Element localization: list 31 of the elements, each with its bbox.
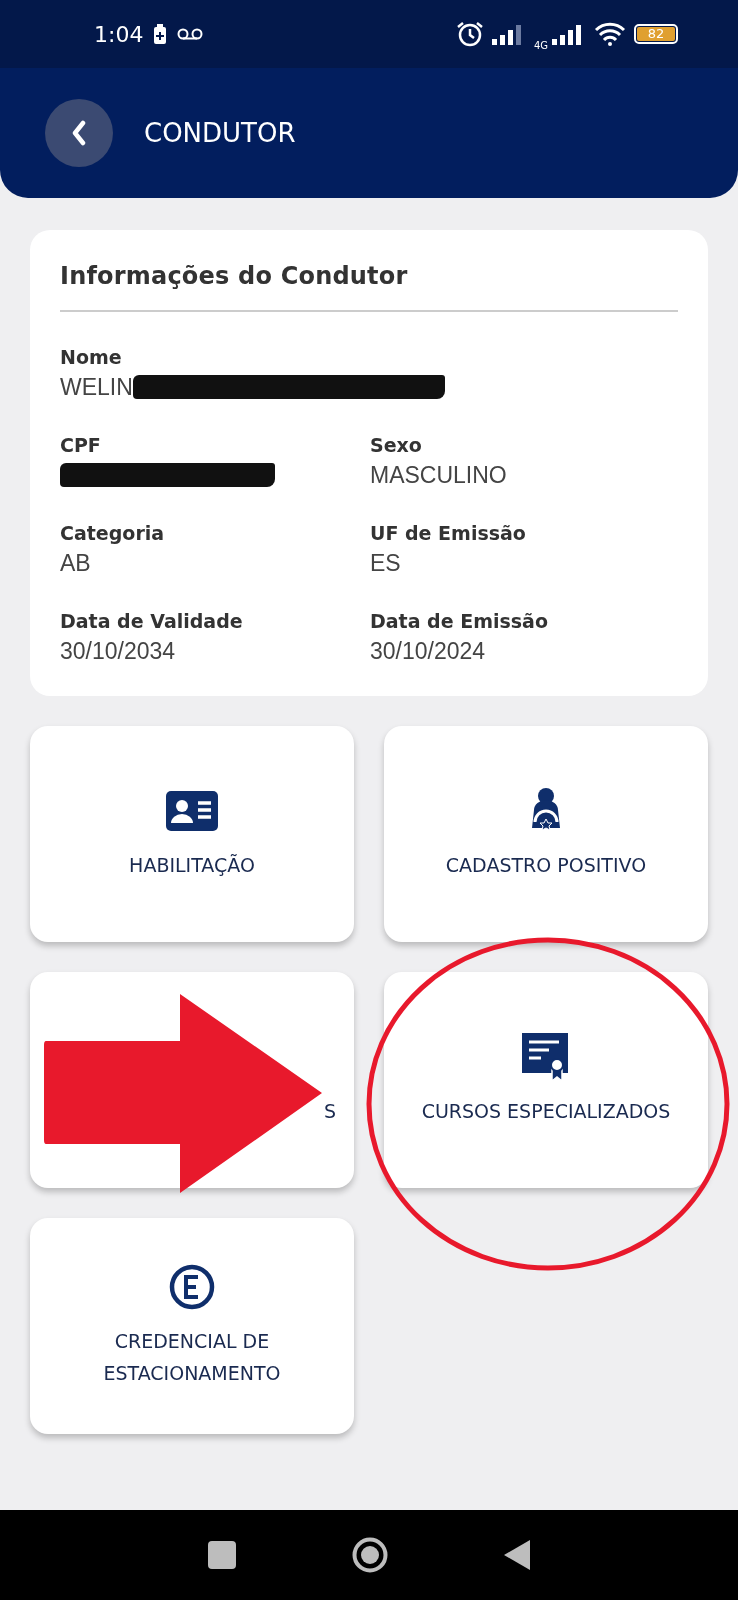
page-title: CONDUTOR bbox=[144, 118, 296, 148]
home-button[interactable] bbox=[352, 1537, 388, 1573]
voicemail-icon bbox=[177, 28, 204, 40]
field-label: Nome bbox=[60, 345, 123, 370]
field-label: Data de Emissão bbox=[370, 609, 549, 634]
battery-indicator: 82 bbox=[634, 24, 678, 44]
network-type: 4G bbox=[533, 39, 548, 51]
menu-tile[interactable]: HABILITAÇÃO bbox=[30, 726, 354, 942]
field-label: UF de Emissão bbox=[370, 521, 527, 546]
field-label: Data de Validade bbox=[60, 609, 244, 634]
wifi-icon bbox=[594, 22, 626, 46]
clock-time: 1:04 bbox=[94, 21, 144, 47]
back-icon bbox=[71, 120, 87, 146]
parking-credential-icon bbox=[169, 1263, 215, 1311]
field-value: 30/10/2024 bbox=[370, 637, 486, 666]
alarm-icon bbox=[455, 21, 484, 47]
field-value: WELIN bbox=[60, 373, 133, 402]
card-title: Informações do Condutor bbox=[60, 262, 678, 312]
battery-saver-icon bbox=[153, 24, 168, 44]
menu-tile[interactable]: CREDENCIAL DE ESTACIONAMENTO bbox=[30, 1218, 354, 1434]
field-label: Sexo bbox=[370, 433, 423, 458]
field-value: 30/10/2034 bbox=[60, 637, 176, 666]
field-value: AB bbox=[60, 549, 91, 578]
field-value: ES bbox=[370, 549, 401, 578]
field-value: MASCULINO bbox=[370, 461, 507, 490]
menu-tile[interactable]: CURSOS ESPECIALIZADOS bbox=[384, 972, 708, 1188]
field-label: CPF bbox=[60, 433, 102, 458]
menu-tile[interactable]: CADASTRO POSITIVO bbox=[384, 726, 708, 942]
certificate-icon bbox=[522, 1033, 570, 1081]
field-label: Categoria bbox=[60, 521, 166, 546]
back-button[interactable] bbox=[504, 1540, 530, 1570]
